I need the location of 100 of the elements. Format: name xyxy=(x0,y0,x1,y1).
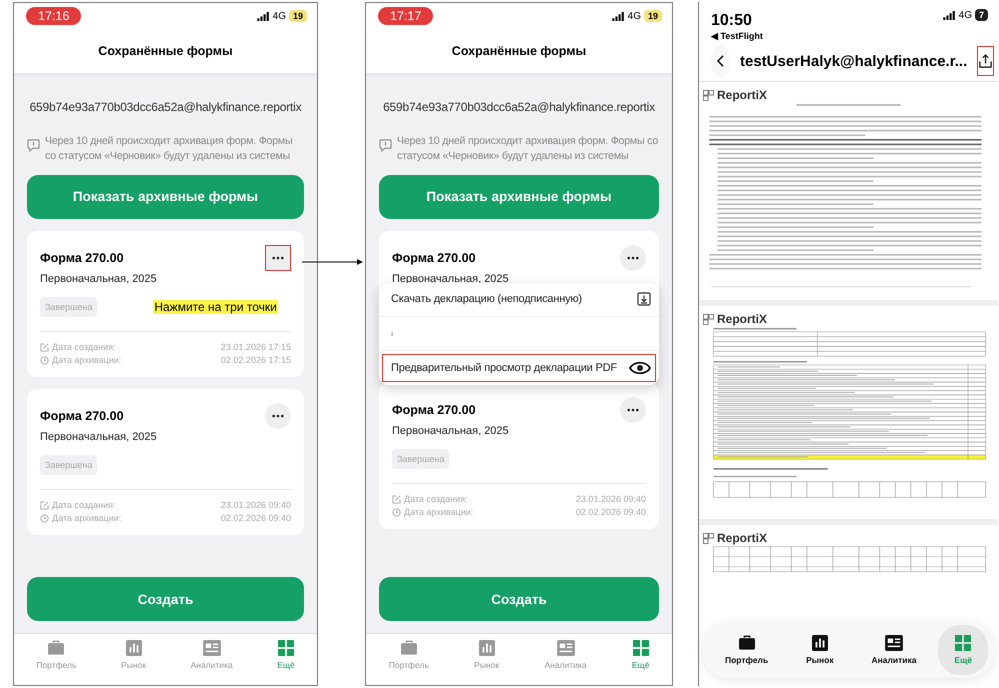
more-button[interactable] xyxy=(265,244,291,271)
hint-note: Нажмите на три точки xyxy=(153,300,278,314)
network-label: 4G xyxy=(272,10,286,22)
eye-icon xyxy=(629,360,651,375)
back-button[interactable] xyxy=(711,44,730,78)
form-subtitle: Первоначальная, 2025 xyxy=(392,424,510,437)
date-label: Дата архивации: xyxy=(52,512,122,525)
create-button[interactable]: Создать xyxy=(379,577,659,621)
chevron-left-icon xyxy=(717,55,724,67)
screen-title: Сохранённые формы xyxy=(98,44,233,58)
logo-icon xyxy=(703,90,714,100)
newspaper-icon xyxy=(202,640,221,656)
tab-item[interactable]: Портфель xyxy=(382,640,435,685)
screen-title: Сохранённые формы xyxy=(452,44,586,58)
date-label: Дата архивации: xyxy=(404,506,474,519)
date-value: 02.02.2026 17:15 xyxy=(220,354,291,367)
tab-item[interactable]: Портфель xyxy=(708,625,784,675)
date-value: 23.01.2026 17:15 xyxy=(220,340,291,354)
status-time: 17:16 xyxy=(26,7,82,25)
form-title: Форма 270.00 xyxy=(392,402,476,417)
clock-icon xyxy=(40,514,49,523)
network-label: 4G xyxy=(958,10,972,20)
date-label: Дата создания: xyxy=(52,498,116,512)
more-button[interactable] xyxy=(620,396,646,423)
tab-item[interactable]: Ещё xyxy=(271,640,301,685)
logo-text: ReportiX xyxy=(717,88,768,102)
form-title: Форма 270.00 xyxy=(392,250,476,265)
date-value: 23.01.2026 09:40 xyxy=(576,492,646,506)
briefcase-icon xyxy=(400,640,418,656)
status-tag: Завершена xyxy=(392,448,450,469)
account-email: 659b74e93a770b03dcc6a52a@halykfinance.reportix xyxy=(382,100,656,114)
more-icon xyxy=(627,256,639,260)
date-label: Дата создания: xyxy=(404,492,468,506)
briefcase-icon xyxy=(738,635,756,651)
edit-icon xyxy=(40,500,49,510)
form-subtitle: Первоначальная, 2025 xyxy=(392,272,510,285)
edit-icon xyxy=(392,494,401,504)
status-tag: Завершена xyxy=(40,454,98,475)
back-to-app-link[interactable]: ◀ TestFlight xyxy=(699,31,763,41)
form-title: Форма 270.00 xyxy=(40,408,124,423)
menu-item[interactable]: Скачать декларацию (неподписанную) xyxy=(379,282,659,317)
date-label: Дата создания: xyxy=(52,340,116,354)
logo-text: ReportiX xyxy=(717,312,768,326)
tab-item[interactable]: Портфель xyxy=(30,640,82,685)
share-icon xyxy=(978,54,994,68)
more-button[interactable] xyxy=(620,244,646,271)
logo-icon xyxy=(703,532,714,544)
grid-icon xyxy=(632,640,649,656)
menu-item[interactable]: ı xyxy=(379,316,659,351)
tab-item[interactable]: Аналитика xyxy=(538,640,593,685)
tab-item[interactable]: Ещё xyxy=(626,640,656,685)
notice-text: Через 10 дней происходит архивация форм. Формы со статусом «Черновик» будут удалены из системы xyxy=(397,134,659,164)
date-label: Дата архивации: xyxy=(52,354,122,367)
date-value: 02.02.2026 09:40 xyxy=(576,506,646,519)
menu-item[interactable]: Предварительный просмотр декларации PDF xyxy=(379,350,659,385)
account-email: 659b74e93a770b03dcc6a52a@halykfinance.reportix xyxy=(28,100,302,114)
grid-icon xyxy=(955,635,972,651)
bar-chart-icon xyxy=(126,640,142,656)
form-subtitle: Первоначальная, 2025 xyxy=(40,272,158,285)
newspaper-icon xyxy=(556,640,574,656)
more-icon xyxy=(272,256,284,260)
status-time: 17:17 xyxy=(378,7,434,25)
clock-icon xyxy=(392,508,401,517)
tab-item[interactable]: Аналитика xyxy=(184,640,239,685)
battery-level: 7 xyxy=(974,9,988,21)
notice-text: Через 10 дней происходит архивация форм. Формы со статусом «Черновик» будут удалены из системы xyxy=(45,134,294,164)
signal-icon xyxy=(612,12,625,20)
date-value: 02.02.2026 09:40 xyxy=(220,512,291,525)
connector-arrow xyxy=(302,258,364,266)
bar-chart-icon xyxy=(478,640,495,656)
archive-button[interactable]: Показать архивные формы xyxy=(379,174,659,219)
battery-level: 19 xyxy=(288,10,307,22)
archive-button[interactable]: Показать архивные формы xyxy=(27,174,304,219)
clock-icon xyxy=(40,356,49,365)
more-button[interactable] xyxy=(265,402,291,429)
tab-item[interactable]: Рынок xyxy=(790,625,850,675)
logo-icon xyxy=(703,314,714,324)
signal-icon xyxy=(256,12,270,20)
info-bubble-icon xyxy=(379,139,392,152)
create-button[interactable]: Создать xyxy=(27,577,304,621)
status-tag: Завершена xyxy=(40,296,98,317)
download-icon xyxy=(637,292,651,306)
status-time: 10:50 xyxy=(711,11,752,30)
info-bubble-icon xyxy=(27,139,40,152)
grid-icon xyxy=(278,640,294,656)
more-icon xyxy=(627,408,639,412)
tab-item[interactable]: Рынок xyxy=(468,640,506,685)
signal-icon xyxy=(942,10,956,20)
share-button[interactable] xyxy=(977,46,994,76)
tab-item[interactable]: Рынок xyxy=(115,640,152,685)
tab-item[interactable]: Аналитика xyxy=(856,625,933,675)
briefcase-icon xyxy=(47,640,66,656)
bar-chart-icon xyxy=(812,635,828,651)
document-title: testUserHalyk@halykfinance.r... xyxy=(740,52,968,70)
tab-item[interactable]: Ещё xyxy=(938,625,988,675)
more-icon xyxy=(272,414,284,418)
logo-text: ReportiX xyxy=(717,531,768,545)
date-value: 23.01.2026 09:40 xyxy=(220,498,291,512)
battery-level: 19 xyxy=(644,10,662,22)
form-subtitle: Первоначальная, 2025 xyxy=(40,430,158,443)
